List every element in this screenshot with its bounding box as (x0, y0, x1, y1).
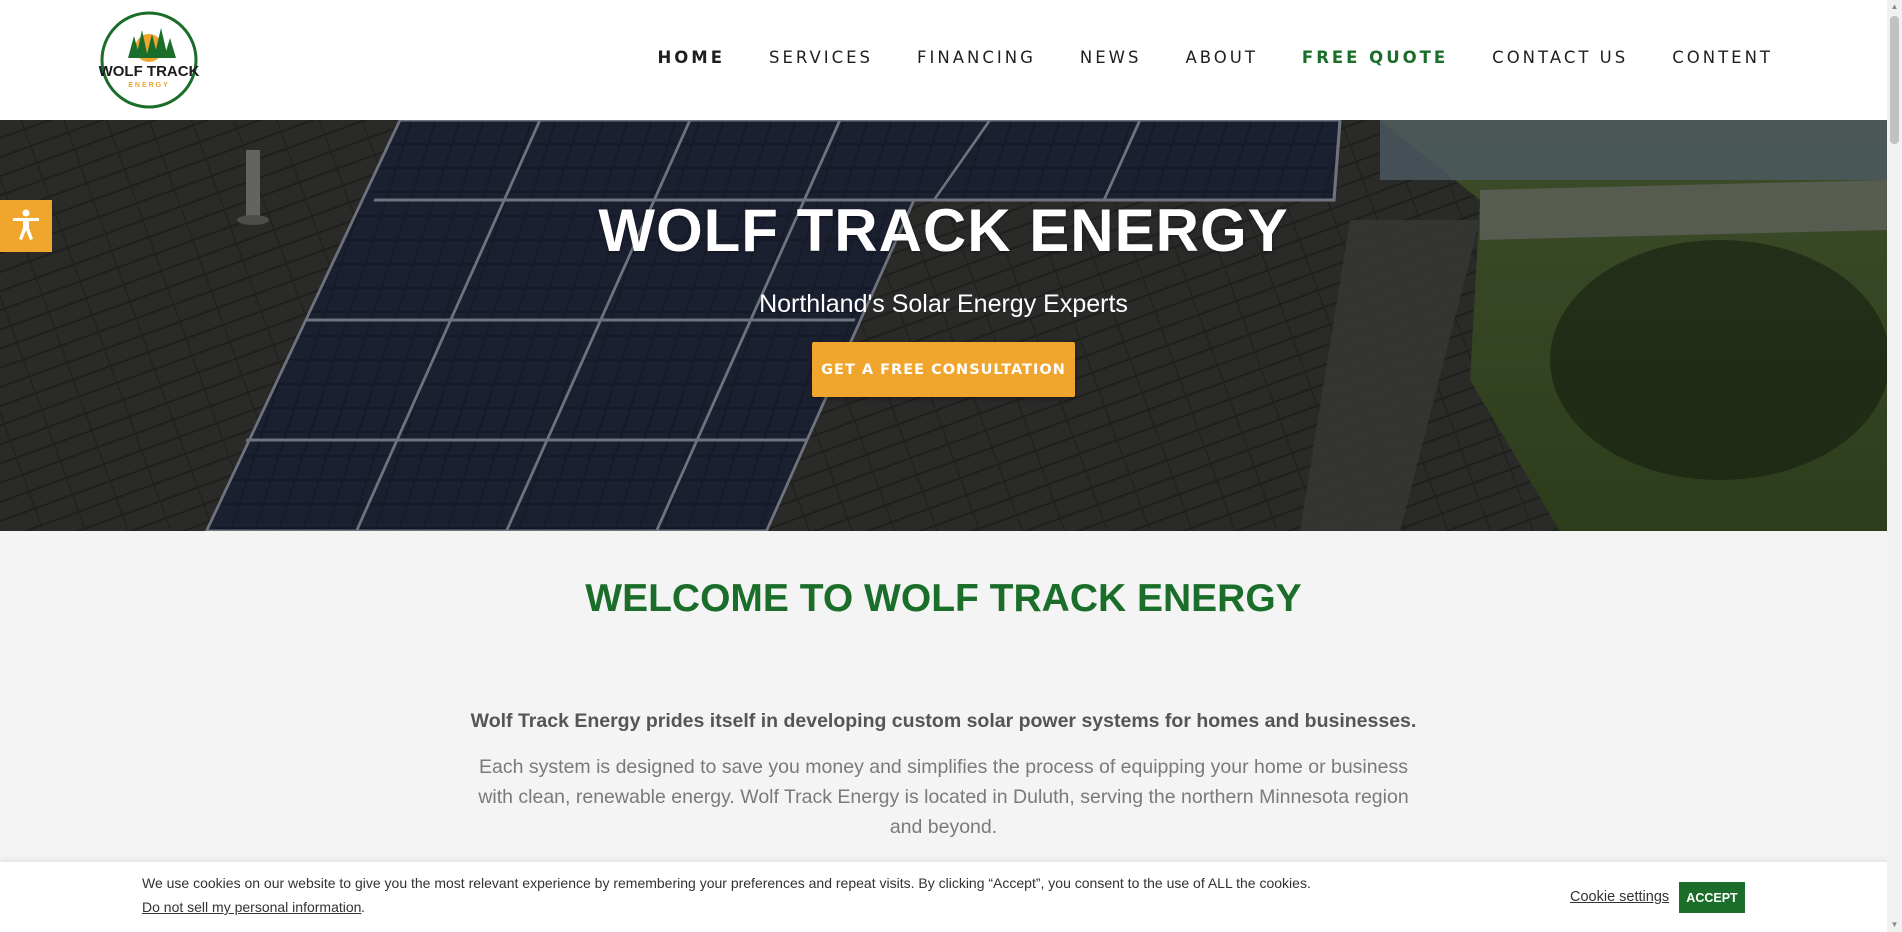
accessibility-toggle-button[interactable] (0, 200, 52, 252)
nav-content[interactable]: CONTENT (1672, 48, 1773, 67)
accessibility-icon (9, 207, 43, 246)
intro-description: Each system is designed to save you mone… (478, 756, 1409, 838)
hero-title: WOLF TRACK ENERGY (598, 197, 1289, 264)
cookie-banner: We use cookies on our website to give yo… (0, 862, 1887, 932)
nav-contact-us[interactable]: CONTACT US (1492, 48, 1628, 67)
nav-free-quote[interactable]: FREE QUOTE (1302, 48, 1448, 67)
scroll-up-arrow-icon[interactable]: ▲ (1890, 2, 1899, 12)
hero-background-image (0, 120, 1887, 531)
nav-news[interactable]: NEWS (1080, 48, 1142, 67)
intro-lead: Wolf Track Energy prides itself in devel… (470, 710, 1417, 732)
svg-text:WOLF TRACK: WOLF TRACK (99, 63, 200, 80)
hero-section: WOLF TRACK ENERGY Northland's Solar Ener… (0, 120, 1887, 531)
nav-services[interactable]: SERVICES (769, 48, 873, 67)
site-header: WOLF TRACK ENERGY HOME SERVICES FINANCIN… (0, 0, 1887, 120)
nav-about[interactable]: ABOUT (1185, 48, 1257, 67)
main-nav: HOME SERVICES FINANCING NEWS ABOUT FREE … (613, 48, 1773, 67)
do-not-sell-link[interactable]: Do not sell my personal information (142, 899, 361, 915)
welcome-heading: WELCOME TO WOLF TRACK ENERGY (585, 577, 1302, 620)
svg-text:ENERGY: ENERGY (128, 82, 170, 89)
nav-home[interactable]: HOME (657, 48, 725, 67)
hero-subtitle: Northland's Solar Energy Experts (759, 290, 1128, 318)
accept-cookies-button[interactable]: ACCEPT (1679, 882, 1745, 913)
free-consultation-button[interactable]: GET A FREE CONSULTATION (812, 342, 1075, 397)
cookie-period: . (361, 899, 365, 915)
cookie-settings-link[interactable]: Cookie settings (1570, 889, 1669, 905)
page-scrollbar[interactable]: ▲ ▼ (1887, 0, 1902, 932)
scrollbar-thumb[interactable] (1890, 16, 1899, 144)
scroll-down-arrow-icon[interactable]: ▼ (1890, 920, 1899, 930)
nav-financing[interactable]: FINANCING (917, 48, 1036, 67)
cookie-message: We use cookies on our website to give yo… (142, 875, 1311, 891)
site-logo[interactable]: WOLF TRACK ENERGY (92, 10, 206, 110)
